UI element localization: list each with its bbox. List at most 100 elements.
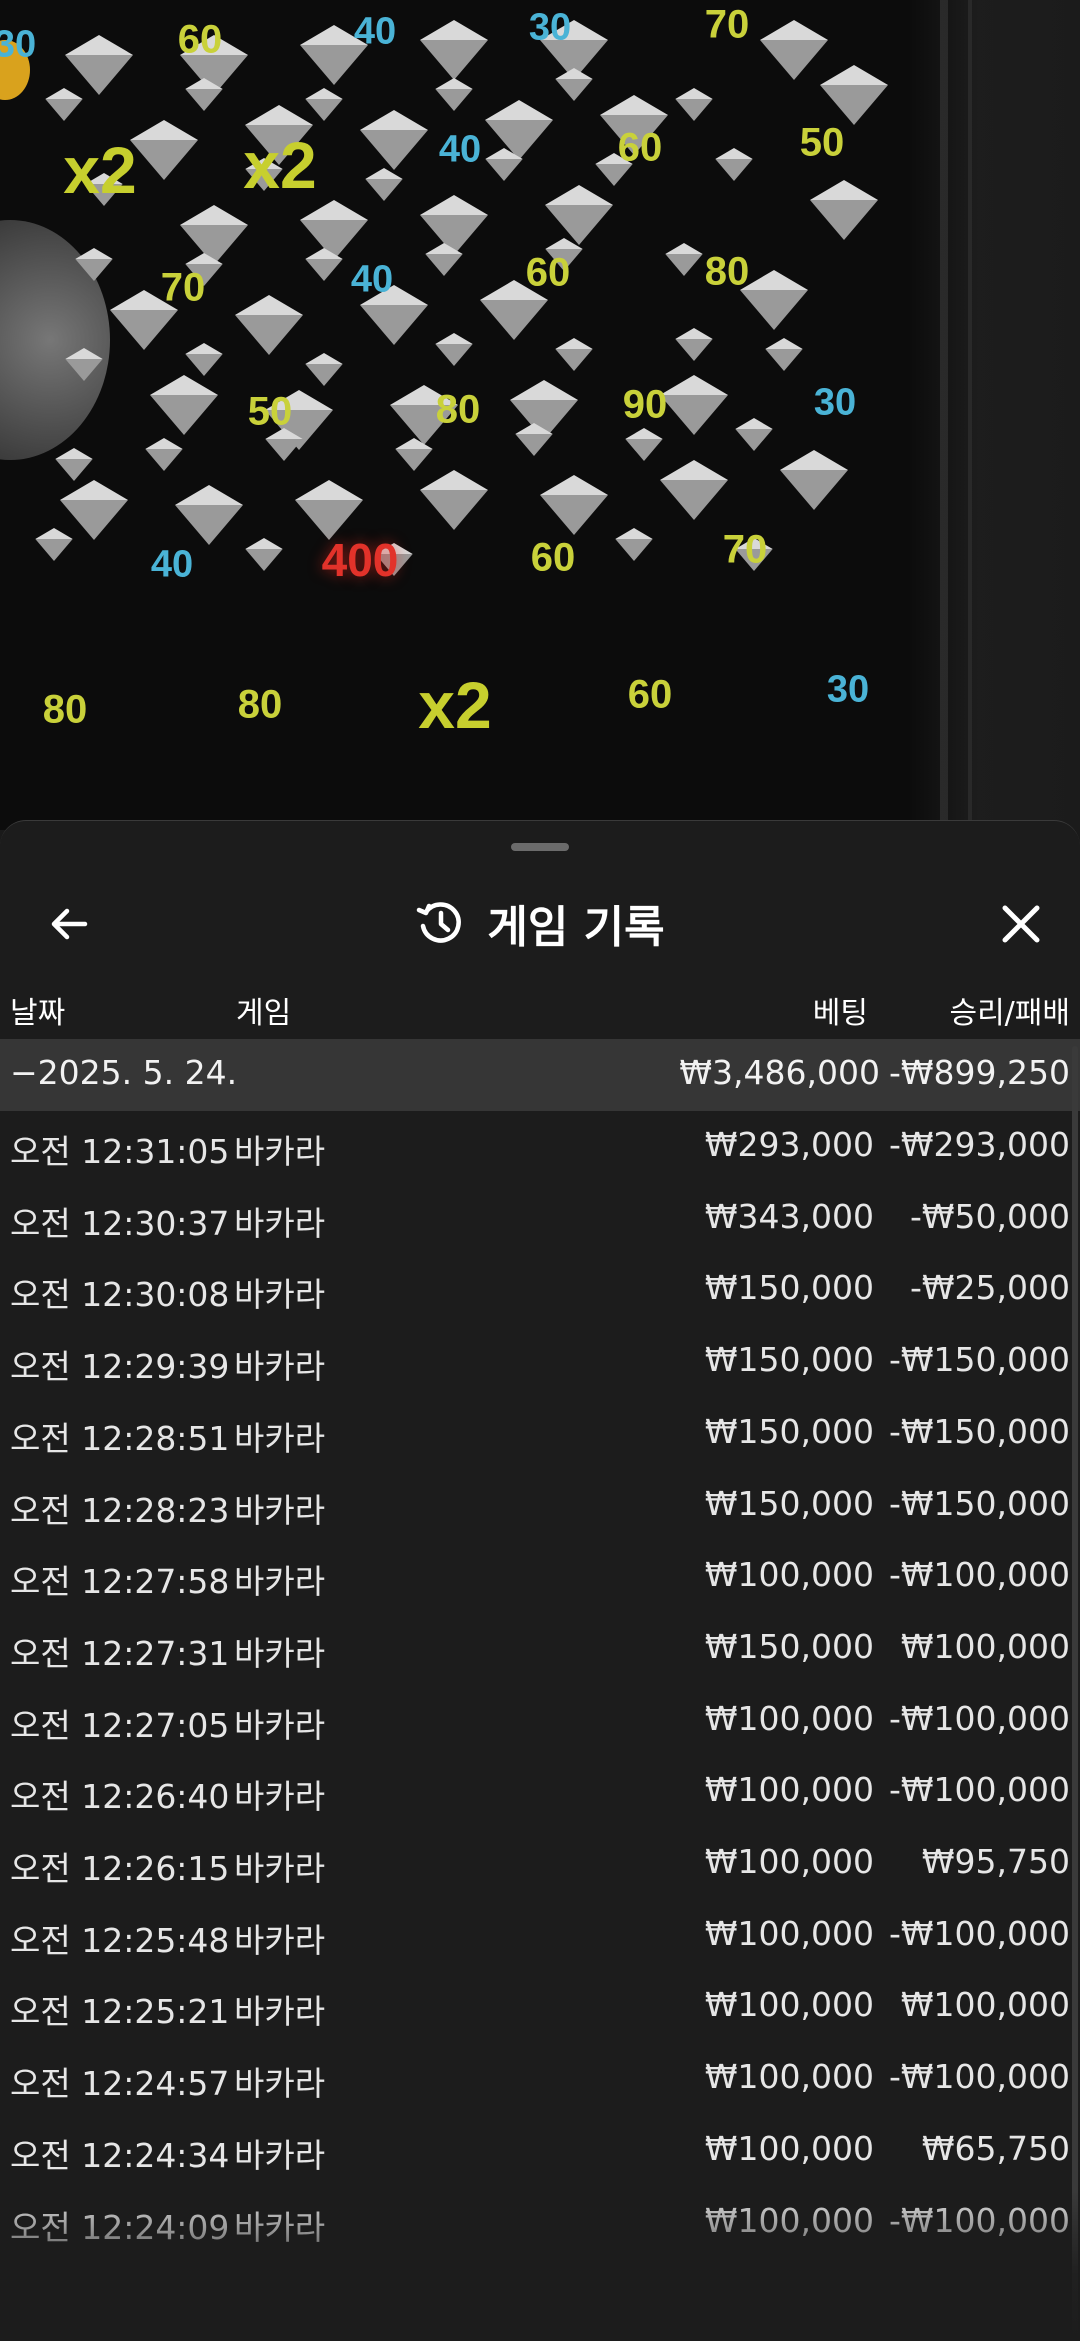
peg <box>305 353 343 386</box>
history-row[interactable]: 오전 12:31:05 바카라 ₩293,000 -₩293,000 <box>0 1111 1080 1183</box>
row-game: 바카라 <box>234 1920 326 1960</box>
history-row[interactable]: 오전 12:24:34 바카라 ₩100,000 ₩65,750 <box>0 2115 1080 2187</box>
peg <box>65 348 103 381</box>
peg <box>145 438 183 471</box>
history-row[interactable]: 오전 12:27:58 바카라 ₩100,000 -₩100,000 <box>0 1541 1080 1613</box>
row-time: 오전 12:29:39 <box>10 1347 230 1387</box>
row-game: 바카라 <box>234 1992 326 2032</box>
peg <box>175 485 243 545</box>
peg <box>55 448 93 481</box>
multiplier-label: 80 <box>435 387 481 432</box>
column-game: 게임 <box>236 996 292 1031</box>
column-result: 승리/패배 <box>949 996 1070 1031</box>
row-game: 바카라 <box>234 1633 326 1673</box>
peg <box>110 290 178 350</box>
row-bet: ₩150,000 <box>704 1268 874 1308</box>
peg <box>765 338 803 371</box>
history-row[interactable]: 오전 12:30:08 바카라 ₩150,000 -₩25,000 <box>0 1254 1080 1326</box>
row-bet: ₩100,000 <box>704 1913 874 1953</box>
peg <box>265 428 303 461</box>
row-time: 오전 12:30:08 <box>10 1275 230 1315</box>
multiplier-label: x2 <box>63 133 137 207</box>
peg <box>35 528 73 561</box>
history-row[interactable]: 오전 12:26:40 바카라 ₩100,000 -₩100,000 <box>0 1756 1080 1828</box>
multiplier-label: 60 <box>627 672 673 717</box>
row-game: 바카라 <box>234 1132 326 1171</box>
peg <box>435 333 473 366</box>
history-row[interactable]: 오전 12:25:48 바카라 ₩100,000 -₩100,000 <box>0 1900 1080 1972</box>
row-result: ₩100,000 <box>900 1985 1070 2025</box>
multiplier-label: 70 <box>722 527 768 572</box>
history-row[interactable]: 오전 12:24:57 바카라 ₩100,000 -₩100,000 <box>0 2043 1080 2115</box>
game-history-sheet: 게임 기록 날짜 게임 베팅 승리/패배 −2025. 5. 24. ₩3,48… <box>0 820 1080 2341</box>
peg <box>185 78 223 111</box>
row-time: 오전 12:28:23 <box>10 1490 230 1530</box>
row-time: 오전 12:27:05 <box>10 1705 230 1745</box>
history-row[interactable]: 오전 12:26:15 바카라 ₩100,000 ₩95,750 <box>0 1828 1080 1900</box>
history-row[interactable]: 오전 12:25:21 바카라 ₩100,000 ₩100,000 <box>0 1971 1080 2043</box>
group-date: −2025. 5. 24. <box>10 1053 238 1092</box>
peg <box>150 375 218 435</box>
multiplier-label: x2 <box>418 668 492 742</box>
row-game: 바카라 <box>234 2064 326 2104</box>
row-time: 오전 12:25:48 <box>10 1920 230 1960</box>
peg <box>665 243 703 276</box>
multiplier-label: 60 <box>617 125 663 170</box>
peg <box>365 168 403 201</box>
row-time: 오전 12:27:58 <box>10 1562 230 1602</box>
row-result: ₩95,750 <box>921 1842 1070 1881</box>
row-time: 오전 12:31:05 <box>10 1132 230 1171</box>
row-result: ₩65,750 <box>921 2128 1070 2168</box>
multiplier-label: 50 <box>799 120 845 165</box>
row-game: 바카라 <box>234 1777 326 1817</box>
peg <box>625 428 663 461</box>
scrollbar[interactable] <box>1072 1046 1078 2336</box>
peg <box>235 295 303 355</box>
history-row[interactable]: 오전 12:27:05 바카라 ₩100,000 -₩100,000 <box>0 1685 1080 1757</box>
date-group-row[interactable]: −2025. 5. 24. ₩3,486,000 -₩899,250 <box>0 1039 1080 1111</box>
history-row[interactable]: 오전 12:29:39 바카라 ₩150,000 -₩150,000 <box>0 1326 1080 1398</box>
peg <box>420 20 488 80</box>
multiplier-label: 80 <box>42 687 88 732</box>
row-time: 오전 12:25:21 <box>10 1992 230 2032</box>
history-row[interactable]: 오전 12:28:51 바카라 ₩150,000 -₩150,000 <box>0 1398 1080 1470</box>
row-result: -₩150,000 <box>888 1340 1070 1380</box>
peg <box>485 148 523 181</box>
row-bet: ₩150,000 <box>704 1483 874 1523</box>
peg <box>420 470 488 530</box>
peg <box>360 110 428 170</box>
multiplier-label: 50 <box>247 389 293 434</box>
peg <box>540 475 608 535</box>
peg <box>555 68 593 101</box>
peg <box>660 460 728 520</box>
history-row[interactable]: 오전 12:28:23 바카라 ₩150,000 -₩150,000 <box>0 1470 1080 1542</box>
peg <box>660 375 728 435</box>
list-fade <box>0 2191 1080 2341</box>
row-result: -₩100,000 <box>888 1913 1070 1953</box>
close-button[interactable] <box>986 889 1056 959</box>
row-bet: ₩100,000 <box>704 1842 874 1881</box>
peg <box>820 65 888 125</box>
row-game: 바카라 <box>234 1203 326 1243</box>
game-board: 30 60 40 30 70 x2 x2 40 60 50 70 40 60 80 50 80 90 30 40 40… <box>0 0 1080 830</box>
multiplier-label: 70 <box>160 265 206 310</box>
multiplier-label: 40 <box>438 128 482 171</box>
peg <box>735 418 773 451</box>
row-result: -₩100,000 <box>888 1555 1070 1595</box>
peg <box>360 285 428 345</box>
history-row[interactable]: 오전 12:27:31 바카라 ₩150,000 ₩100,000 <box>0 1613 1080 1685</box>
multiplier-label: x2 <box>243 128 317 202</box>
multiplier-label: 80 <box>704 249 750 294</box>
sheet-title: 게임 기록 <box>487 902 665 953</box>
row-time: 오전 12:26:15 <box>10 1849 230 1888</box>
row-result: -₩50,000 <box>909 1196 1070 1236</box>
row-game: 바카라 <box>234 1418 326 1458</box>
multiplier-label: 40 <box>350 258 394 301</box>
peg <box>130 120 198 180</box>
peg <box>425 243 463 276</box>
history-row[interactable]: 오전 12:30:37 바카라 ₩343,000 -₩50,000 <box>0 1183 1080 1255</box>
row-bet: ₩100,000 <box>704 1770 874 1810</box>
drag-handle[interactable] <box>511 843 569 851</box>
row-bet: ₩150,000 <box>704 1340 874 1380</box>
peg <box>75 248 113 281</box>
